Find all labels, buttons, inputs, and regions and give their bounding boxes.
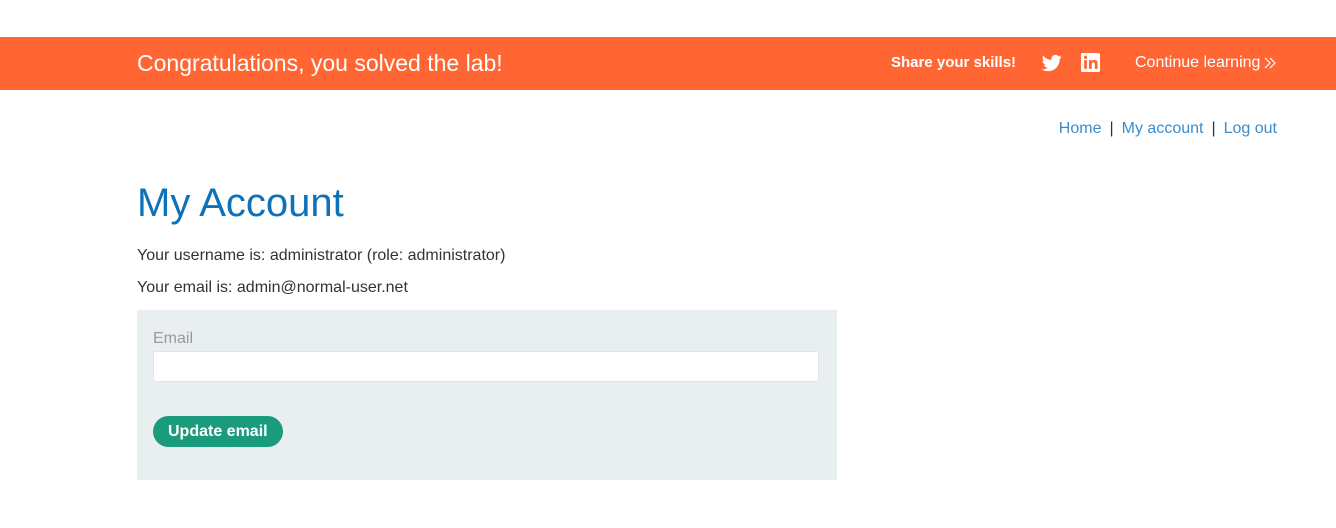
page-title: My Account xyxy=(137,181,344,225)
continue-learning-label: Continue learning xyxy=(1135,54,1261,71)
share-skills-label: Share your skills! xyxy=(891,54,1017,71)
email-field-label: Email xyxy=(153,330,194,347)
my-account-link[interactable]: My account xyxy=(1122,120,1204,137)
lab-solved-banner: Congratulations, you solved the lab! Sha… xyxy=(0,37,1336,90)
email-field[interactable] xyxy=(153,351,819,382)
top-navigation: Home | My account | Log out xyxy=(1059,120,1277,138)
nav-separator: | xyxy=(1109,120,1114,137)
double-chevron-right-icon xyxy=(1264,57,1277,69)
update-email-button[interactable]: Update email xyxy=(153,416,283,447)
banner-title: Congratulations, you solved the lab! xyxy=(137,50,503,76)
twitter-icon[interactable] xyxy=(1042,53,1062,73)
continue-learning-link[interactable]: Continue learning xyxy=(1135,54,1277,72)
linkedin-icon[interactable] xyxy=(1081,53,1100,72)
log-out-link[interactable]: Log out xyxy=(1224,120,1277,137)
username-info: Your username is: administrator (role: a… xyxy=(137,247,506,264)
email-info: Your email is: admin@normal-user.net xyxy=(137,279,408,296)
home-link[interactable]: Home xyxy=(1059,120,1102,137)
nav-separator: | xyxy=(1211,120,1216,137)
change-email-form: Email Update email xyxy=(137,310,837,480)
